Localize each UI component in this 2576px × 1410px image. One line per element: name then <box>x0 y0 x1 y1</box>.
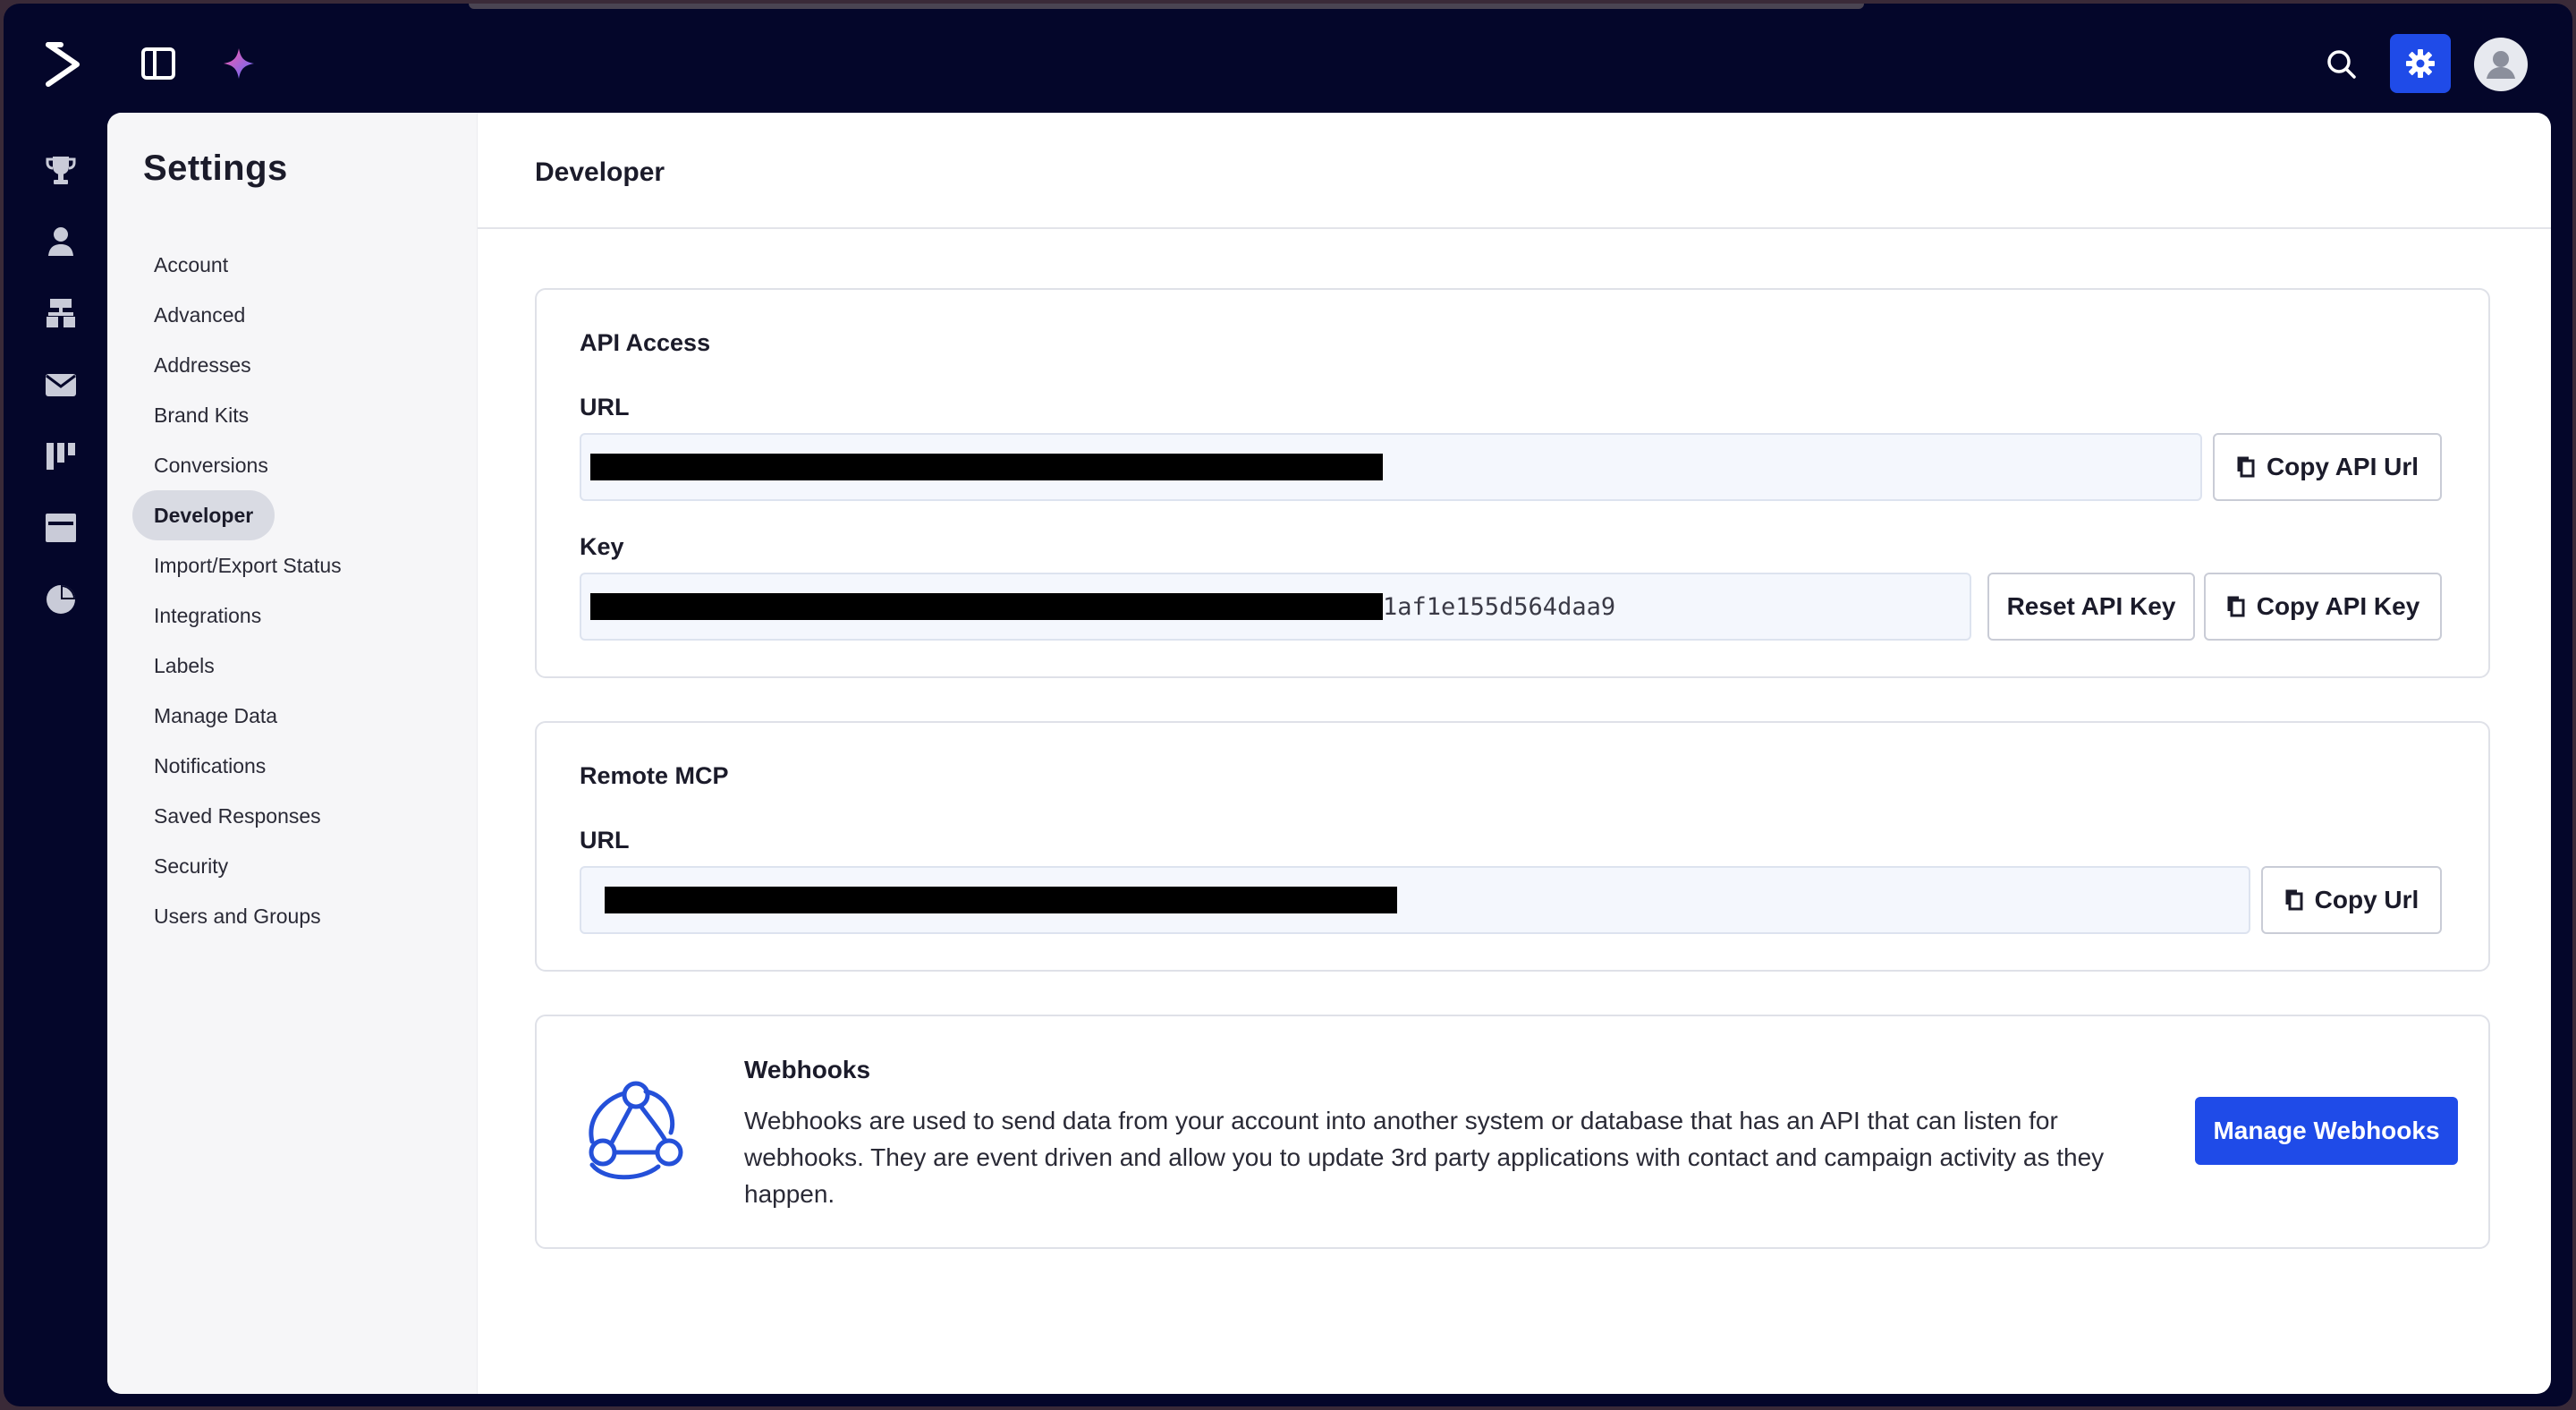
sidebar-item-conversions[interactable]: Conversions <box>132 440 290 490</box>
sidebar-item-advanced[interactable]: Advanced <box>132 290 267 340</box>
redacted-url <box>590 454 1383 480</box>
copy-icon <box>2226 595 2246 618</box>
reset-api-key-button[interactable]: Reset API Key <box>1987 573 2195 641</box>
settings-nav: Account Advanced Addresses Brand Kits Co… <box>132 240 463 941</box>
browser-window-icon[interactable] <box>41 508 80 548</box>
app-window: Settings Account Advanced Addresses Bran… <box>4 4 2572 1406</box>
search-icon[interactable] <box>2320 43 2363 86</box>
redacted-key <box>590 593 1383 620</box>
manage-webhooks-button[interactable]: Manage Webhooks <box>2195 1097 2458 1165</box>
sidebar-item-import-export-status[interactable]: Import/Export Status <box>132 540 363 590</box>
copy-icon <box>2236 455 2256 479</box>
sidebar-item-users-and-groups[interactable]: Users and Groups <box>132 891 343 941</box>
api-url-label: URL <box>580 394 630 420</box>
api-key-field[interactable]: 1af1e155d564daa9 <box>580 573 1971 641</box>
page-title: Developer <box>535 157 665 187</box>
webhooks-card: Webhooks Webhooks are used to send data … <box>535 1015 2490 1249</box>
sidebar-item-developer[interactable]: Developer <box>132 490 275 540</box>
sidebar-item-manage-data[interactable]: Manage Data <box>132 691 299 741</box>
webhooks-title: Webhooks <box>744 1056 871 1083</box>
copy-icon <box>2284 888 2304 912</box>
panel-toggle-icon[interactable] <box>138 43 179 84</box>
api-url-field[interactable] <box>580 433 2202 501</box>
trophy-icon[interactable] <box>41 150 80 190</box>
sitemap-icon[interactable] <box>41 293 80 333</box>
copy-api-key-label: Copy API Key <box>2256 592 2420 620</box>
sidebar-item-brand-kits[interactable]: Brand Kits <box>132 390 270 440</box>
settings-title: Settings <box>143 149 288 188</box>
api-key-label: Key <box>580 533 624 560</box>
sidebar-item-labels[interactable]: Labels <box>132 641 236 691</box>
copy-api-key-button[interactable]: Copy API Key <box>2204 573 2442 641</box>
sidebar-item-notifications[interactable]: Notifications <box>132 741 287 791</box>
settings-sidebar: Settings Account Advanced Addresses Bran… <box>107 113 478 1394</box>
sidebar-item-integrations[interactable]: Integrations <box>132 590 283 641</box>
envelope-icon[interactable] <box>41 365 80 404</box>
kanban-icon[interactable] <box>41 437 80 476</box>
remote-mcp-card: Remote MCP URL Copy Url <box>535 721 2490 972</box>
webhooks-description: Webhooks are used to send data from your… <box>744 1107 2105 1208</box>
content-area: Developer API Access URL Copy API Url Ke… <box>478 113 2551 1394</box>
sidebar-item-saved-responses[interactable]: Saved Responses <box>132 791 343 841</box>
mcp-url-field[interactable] <box>580 866 2250 934</box>
mcp-url-label: URL <box>580 827 630 854</box>
copy-mcp-url-button[interactable]: Copy Url <box>2261 866 2442 934</box>
copy-mcp-url-label: Copy Url <box>2314 886 2419 913</box>
redacted-mcp-url <box>605 887 1397 913</box>
main-container: Settings Account Advanced Addresses Bran… <box>107 113 2551 1394</box>
api-access-title: API Access <box>580 329 711 356</box>
remote-mcp-title: Remote MCP <box>580 762 729 789</box>
sidebar-item-addresses[interactable]: Addresses <box>132 340 273 390</box>
content-header: Developer <box>478 113 2551 229</box>
sidebar-item-account[interactable]: Account <box>132 240 250 290</box>
top-bar <box>4 4 2572 113</box>
api-access-card: API Access URL Copy API Url Key 1af1e155… <box>535 288 2490 678</box>
logo-chevron-icon[interactable] <box>39 38 86 91</box>
pie-chart-icon[interactable] <box>41 580 80 619</box>
sidebar-item-security[interactable]: Security <box>132 841 250 891</box>
user-avatar-icon[interactable] <box>2474 38 2528 91</box>
reset-api-key-label: Reset API Key <box>2006 592 2176 620</box>
sparkle-icon[interactable] <box>218 43 259 84</box>
copy-api-url-button[interactable]: Copy API Url <box>2213 433 2442 501</box>
webhook-icon <box>578 1075 694 1183</box>
api-key-visible-suffix: 1af1e155d564daa9 <box>1383 592 1616 621</box>
person-icon[interactable] <box>41 222 80 261</box>
copy-api-url-label: Copy API Url <box>2266 453 2419 480</box>
gear-icon[interactable] <box>2390 34 2451 93</box>
